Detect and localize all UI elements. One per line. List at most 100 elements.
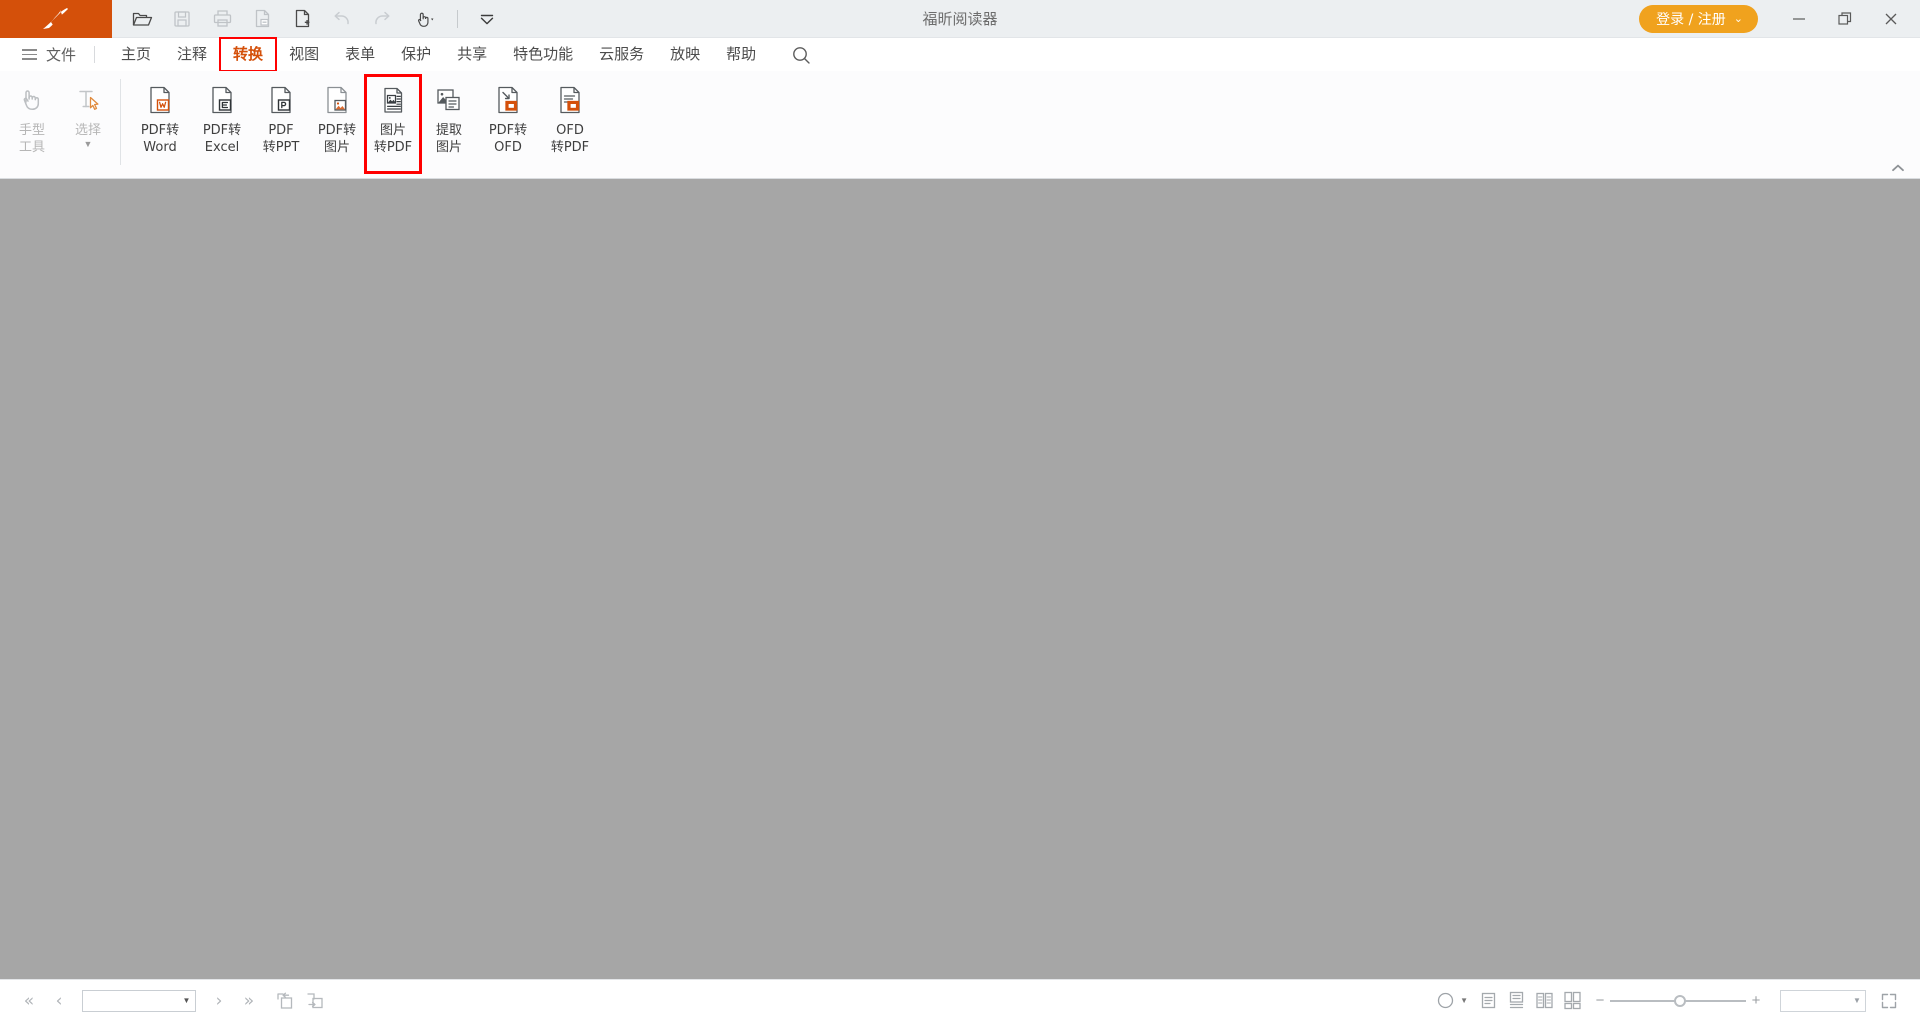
ofd-to-pdf-icon (560, 86, 580, 114)
login-label: 登录 / 注册 (1656, 11, 1726, 28)
close-button[interactable] (1868, 0, 1914, 38)
hand-tool-label: 手型 工具 (18, 123, 45, 155)
first-page-button[interactable]: « (14, 986, 44, 1016)
menu-item-share[interactable]: 共享 (444, 38, 500, 71)
pdf-to-image-button[interactable]: PDF转 图片 (309, 75, 365, 173)
chevron-down-icon: ⌄ (1733, 12, 1743, 25)
zoom-in-button[interactable]: + (1748, 992, 1764, 1009)
zoom-slider[interactable] (1610, 994, 1746, 1008)
page-add-icon (295, 9, 309, 28)
pdf-to-word-label: PDF转 Word (140, 123, 180, 155)
printer-icon (213, 10, 231, 27)
zoom-slider-handle[interactable] (1674, 994, 1687, 1007)
menu-item-view[interactable]: 视图 (276, 38, 332, 71)
menu-item-slideshow[interactable]: 放映 (657, 38, 713, 71)
continuous-layout-icon (1509, 991, 1523, 1009)
pdf-to-excel-button[interactable]: PDF转 Excel (191, 75, 253, 173)
pdf-to-word-icon (150, 86, 170, 114)
select-tool-button[interactable]: 选择 ▼ (60, 75, 116, 173)
menu-item-protect[interactable]: 保护 (388, 38, 444, 71)
menu-file-label: 文件 (46, 46, 77, 64)
minimize-button[interactable] (1776, 0, 1822, 38)
fullscreen-button[interactable] (1872, 986, 1906, 1016)
zoom-slider-control: − + (1592, 992, 1764, 1009)
app-logo (0, 0, 112, 38)
hand-icon-wrap (17, 81, 47, 119)
menu-item-features[interactable]: 特色功能 (500, 38, 586, 71)
menu-item-form[interactable]: 表单 (332, 38, 388, 71)
menu-item-home[interactable]: 主页 (108, 38, 164, 71)
pdf-to-ppt-button[interactable]: PDF 转PPT (253, 75, 309, 173)
document-viewport[interactable] (0, 179, 1920, 979)
chevron-down-icon[interactable]: ▼ (178, 991, 195, 1011)
ribbon-toolbar: 手型 工具 选择 ▼ PDF转 Word PDF转 Excel PDF 转PPT… (0, 71, 1920, 179)
image-to-pdf-button[interactable]: 图片 转PDF (364, 74, 422, 174)
next-page-button[interactable]: › (204, 986, 234, 1016)
search-icon (793, 46, 810, 64)
touch-mode-button[interactable] (402, 0, 448, 38)
open-file-button[interactable] (122, 0, 162, 38)
customize-toolbar-button[interactable] (467, 0, 507, 38)
pdf-to-excel-icon (212, 86, 232, 114)
extract-image-button[interactable]: 提取 图片 (421, 75, 477, 173)
page-navigation-controls: « ‹ ▼ › » (14, 986, 330, 1016)
menu-item-help[interactable]: 帮助 (713, 38, 769, 71)
continuous-layout-button[interactable] (1502, 986, 1530, 1016)
page-number-input[interactable]: ▼ (82, 989, 196, 1012)
extract-image-icon (437, 89, 460, 111)
select-tool-label: 选择 (74, 123, 101, 138)
facing-pages-layout-icon (1535, 992, 1553, 1009)
menu-item-comment[interactable]: 注释 (164, 38, 220, 71)
pdf-to-excel-label: PDF转 Excel (202, 123, 242, 155)
zoom-level-input[interactable]: ▼ (1780, 989, 1866, 1012)
pdf-to-excel-icon-wrap (207, 81, 237, 119)
print-button[interactable] (202, 0, 242, 38)
pdf-to-ofd-button[interactable]: PDF转 OFD (477, 75, 539, 173)
menu-item-cloud[interactable]: 云服务 (586, 38, 657, 71)
quick-access-toolbar (112, 0, 507, 38)
previous-view-button[interactable] (270, 986, 300, 1016)
image-to-pdf-label: 图片 转PDF (373, 123, 413, 155)
undo-icon (334, 11, 349, 24)
image-to-pdf-icon (384, 87, 403, 113)
ofd-to-pdf-button[interactable]: OFD 转PDF (539, 75, 601, 173)
single-page-layout-button[interactable] (1474, 986, 1502, 1016)
pdf-to-image-icon (327, 86, 347, 114)
window-controls: 登录 / 注册 ⌄ (1639, 0, 1920, 38)
menu-item-file[interactable]: 文件 (16, 38, 82, 71)
save-button[interactable] (162, 0, 202, 38)
pdf-to-image-icon-wrap (322, 81, 352, 119)
pdf-to-word-button[interactable]: PDF转 Word (129, 75, 191, 173)
facing-pages-layout-button[interactable] (1530, 986, 1558, 1016)
search-button[interactable] (781, 38, 821, 71)
text-select-icon (79, 90, 99, 110)
last-page-button[interactable]: » (234, 986, 264, 1016)
redo-button[interactable] (362, 0, 402, 38)
page-remove-icon (255, 9, 269, 28)
next-view-button[interactable] (300, 986, 330, 1016)
undo-button[interactable] (322, 0, 362, 38)
previous-page-button[interactable]: ‹ (44, 986, 74, 1016)
read-mode-icon (1437, 992, 1453, 1009)
add-page-button[interactable] (282, 0, 322, 38)
menu-item-convert[interactable]: 转换 (219, 37, 278, 72)
extract-image-label: 提取 图片 (435, 123, 462, 155)
continuous-facing-layout-icon (1563, 991, 1581, 1010)
hand-tool-button[interactable]: 手型 工具 (4, 75, 60, 173)
extract-image-icon-wrap (433, 81, 465, 119)
chevron-down-icon[interactable]: ▼ (1460, 996, 1468, 1005)
status-bar: « ‹ ▼ › » ▼ − + ▼ (0, 979, 1920, 1021)
save-icon (174, 10, 190, 27)
pdf-to-word-icon-wrap (145, 81, 175, 119)
ribbon-group-tools: 手型 工具 选择 ▼ (0, 75, 116, 175)
remove-page-button[interactable] (242, 0, 282, 38)
close-icon (1885, 13, 1897, 24)
chevron-down-icon[interactable]: ▼ (1849, 996, 1865, 1005)
foxit-logo-icon (43, 7, 68, 29)
continuous-facing-layout-button[interactable] (1558, 986, 1586, 1016)
read-mode-button[interactable] (1431, 986, 1459, 1016)
restore-button[interactable] (1822, 0, 1868, 38)
ribbon-collapse-button[interactable] (1890, 162, 1906, 174)
login-register-button[interactable]: 登录 / 注册 ⌄ (1639, 4, 1758, 33)
zoom-out-button[interactable]: − (1592, 992, 1608, 1009)
